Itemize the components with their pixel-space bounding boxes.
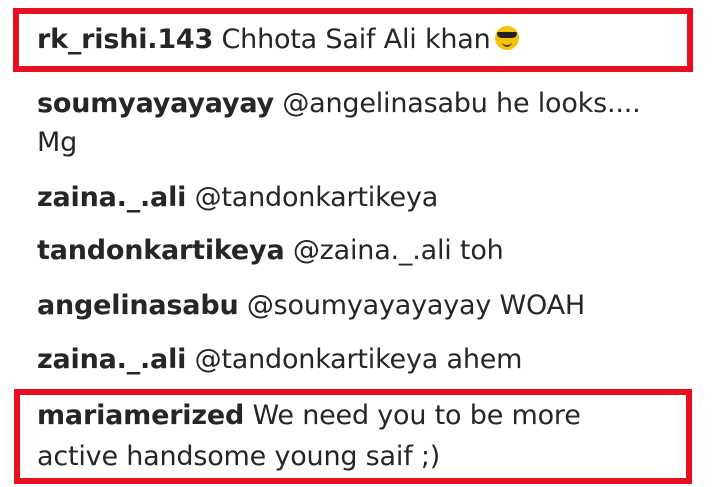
comment-item: zaina._.ali @tandonkartikeya [37,177,438,218]
comment-username[interactable]: soumyayayayay [37,88,274,119]
comment-item: soumyayayayay @angelinasabu he looks.... [37,83,641,124]
comment-username[interactable]: tandonkartikeya [37,235,285,266]
comment-text: @tandonkartikeya ahem [194,344,523,375]
comment-item: tandonkartikeya @zaina._.ali toh [37,230,504,271]
comment-text: Chhota Saif Ali khan [221,24,491,55]
comment-text: @tandonkartikeya [194,182,439,213]
comment-item: angelinasabu @soumyayayayay WOAH [37,285,585,326]
comment-text: @angelinasabu he looks.... [282,88,641,119]
comment-item: rk_rishi.143 Chhota Saif Ali khan [37,19,519,60]
comment-item: zaina._.ali @tandonkartikeya ahem [37,339,522,380]
comment-text: @soumyayayayay WOAH [246,290,585,321]
comment-text-continued: Mg [37,127,78,158]
comment-username[interactable]: zaina._.ali [37,344,186,375]
comment-text: We need you to be more [252,400,581,431]
comment-text: @zaina._.ali toh [292,235,504,266]
comment-username[interactable]: zaina._.ali [37,182,186,213]
comment-text-continued: active handsome young saif ;) [37,441,441,472]
comment-item: mariamerized We need you to be more [37,395,581,436]
sunglasses-emoji-icon [494,26,519,50]
comment-username[interactable]: mariamerized [37,400,244,431]
comment-username[interactable]: angelinasabu [37,290,239,321]
comment-username[interactable]: rk_rishi.143 [37,24,213,55]
